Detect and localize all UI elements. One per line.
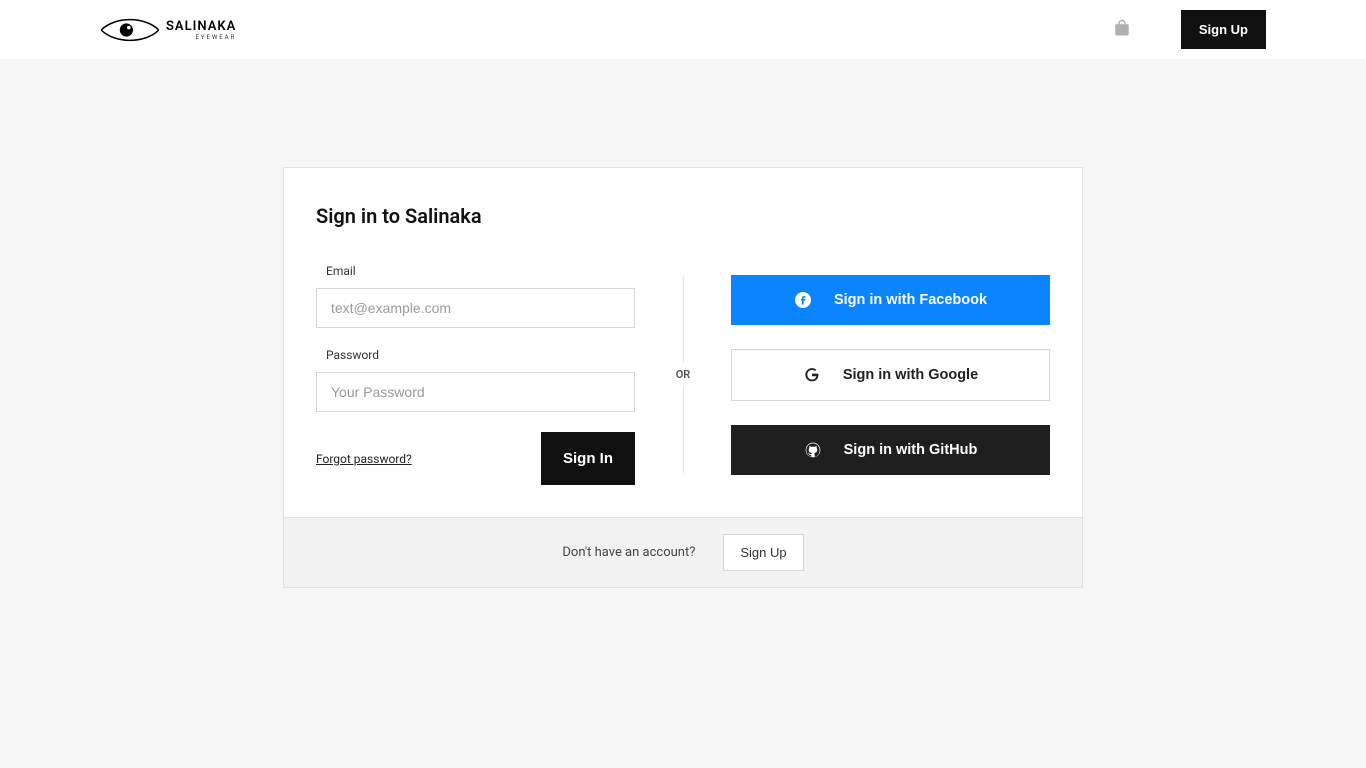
signin-form: Email Password Forgot password? Sign In [316, 264, 683, 485]
brand-name: SALINAKA [166, 19, 236, 34]
password-input[interactable] [316, 372, 635, 412]
signin-facebook-button[interactable]: Sign in with Facebook [731, 275, 1050, 325]
shopping-bag-icon [1113, 19, 1131, 37]
signin-card: Sign in to Salinaka Email Password Forgo… [283, 167, 1083, 588]
signin-card-body: Sign in to Salinaka Email Password Forgo… [284, 168, 1082, 517]
email-field-group: Email [316, 264, 635, 328]
signup-footer-button[interactable]: Sign Up [723, 534, 803, 571]
form-actions: Forgot password? Sign In [316, 432, 635, 485]
password-label: Password [316, 348, 635, 362]
email-input[interactable] [316, 288, 635, 328]
facebook-icon [794, 291, 812, 309]
header-right: Sign Up [1113, 10, 1266, 49]
header: SALINAKA EYEWEAR Sign Up [0, 0, 1366, 59]
signin-github-label: Sign in with GitHub [844, 442, 978, 458]
social-signin: Sign in with Facebook Sign in with Googl… [683, 264, 1050, 485]
cart-button[interactable] [1113, 19, 1131, 41]
signin-columns: Email Password Forgot password? Sign In … [316, 264, 1050, 485]
logo[interactable]: SALINAKA EYEWEAR [100, 15, 236, 45]
signin-google-label: Sign in with Google [843, 367, 978, 383]
logo-text: SALINAKA EYEWEAR [166, 19, 236, 41]
brand-subtitle: EYEWEAR [166, 34, 236, 41]
footer-prompt: Don't have an account? [562, 545, 695, 560]
signin-button[interactable]: Sign In [541, 432, 635, 485]
signin-title: Sign in to Salinaka [316, 204, 1050, 228]
signin-github-button[interactable]: Sign in with GitHub [731, 425, 1050, 475]
signup-header-button[interactable]: Sign Up [1181, 10, 1266, 49]
github-icon [804, 441, 822, 459]
password-field-group: Password [316, 348, 635, 412]
eye-icon [100, 15, 160, 45]
forgot-password-link[interactable]: Forgot password? [316, 452, 412, 466]
google-icon [803, 366, 821, 384]
signin-google-button[interactable]: Sign in with Google [731, 349, 1050, 401]
email-label: Email [316, 264, 635, 278]
signin-facebook-label: Sign in with Facebook [834, 292, 987, 308]
signin-footer: Don't have an account? Sign Up [284, 517, 1082, 587]
divider-or: OR [676, 362, 691, 387]
